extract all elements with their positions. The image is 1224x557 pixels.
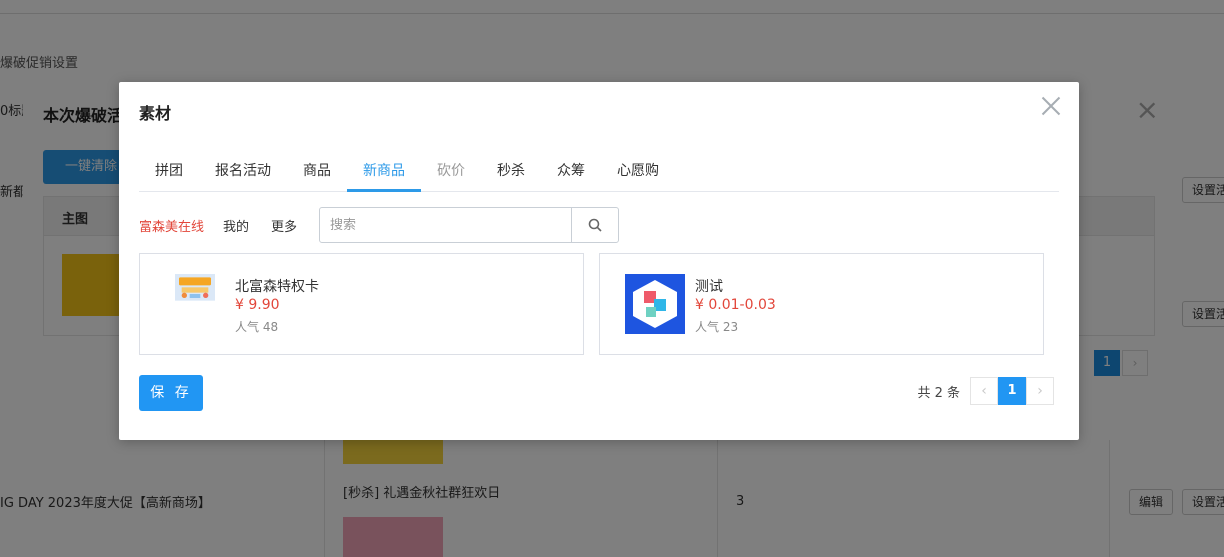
- material-dialog: 素材 拼团 报名活动 商品 新商品 砍价 秒杀 众筹 心愿购 富森美在线 我的 …: [119, 82, 1079, 440]
- tab-signup-activity[interactable]: 报名活动: [203, 154, 283, 192]
- save-button[interactable]: 保 存: [139, 375, 203, 411]
- search-button[interactable]: [571, 208, 618, 242]
- search-icon: [588, 218, 602, 232]
- search-box: [319, 207, 619, 243]
- product-card[interactable]: 北富森特权卡 ¥ 9.90 人气 48: [139, 253, 584, 355]
- product-card[interactable]: 测试 ¥ 0.01-0.03 人气 23: [599, 253, 1044, 355]
- close-icon[interactable]: [1041, 96, 1061, 116]
- tab-group-buy[interactable]: 拼团: [139, 154, 199, 192]
- source-primary[interactable]: 富森美在线: [139, 216, 204, 235]
- product-thumbnail: [625, 274, 685, 334]
- product-price: ¥ 0.01-0.03: [695, 297, 776, 313]
- tab-new-products[interactable]: 新商品: [347, 154, 421, 192]
- search-input[interactable]: [320, 208, 572, 242]
- source-mine[interactable]: 我的: [223, 216, 249, 235]
- tab-products[interactable]: 商品: [287, 154, 347, 192]
- product-price: ¥ 9.90: [235, 297, 280, 313]
- tab-bargain[interactable]: 砍价: [423, 154, 479, 192]
- product-popularity: 人气 23: [695, 320, 739, 334]
- source-more[interactable]: 更多: [271, 216, 297, 235]
- pagination-total: 共 2 条: [917, 386, 960, 401]
- product-name: 北富森特权卡: [235, 279, 319, 295]
- material-tabs: 拼团 报名活动 商品 新商品 砍价 秒杀 众筹 心愿购: [139, 154, 1059, 192]
- product-thumbnail: [175, 274, 215, 301]
- tab-wishlist[interactable]: 心愿购: [603, 154, 673, 192]
- next-page-button[interactable]: ›: [1026, 377, 1054, 405]
- product-popularity: 人气 48: [235, 320, 279, 334]
- previous-page-button[interactable]: ‹: [970, 377, 998, 405]
- product-name: 测试: [695, 279, 723, 295]
- dialog-title: 素材: [139, 104, 172, 123]
- pagination: 共 2 条 ‹ 1 ›: [854, 377, 1054, 405]
- tab-crowdfunding[interactable]: 众筹: [543, 154, 599, 192]
- page-button-current[interactable]: 1: [998, 377, 1026, 405]
- tab-flash-sale[interactable]: 秒杀: [483, 154, 539, 192]
